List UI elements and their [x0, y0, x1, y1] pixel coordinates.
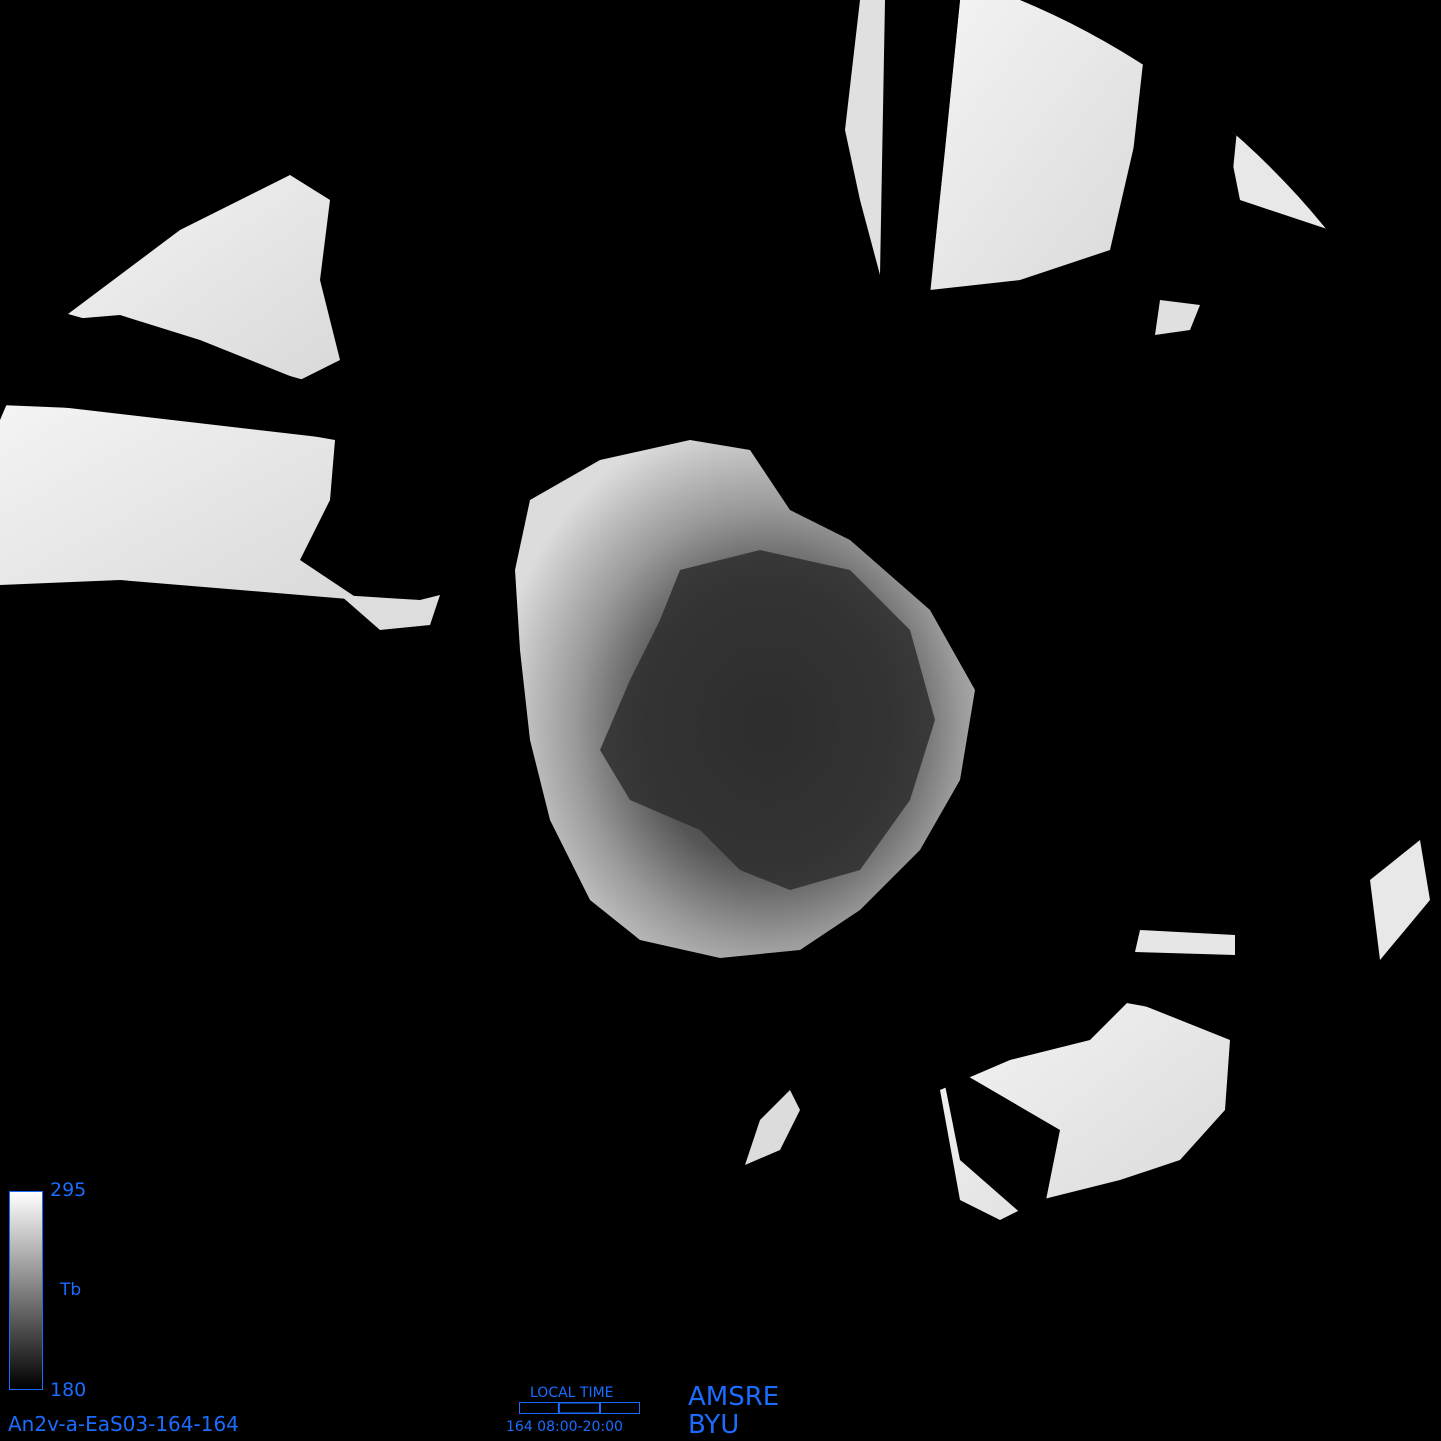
colorbar-min-label: 180 [50, 1379, 87, 1401]
local-time-title: LOCAL TIME [530, 1385, 614, 1401]
sensor-label: AMSRE [688, 1382, 780, 1412]
polar-brightness-temperature-map [0, 0, 1441, 1441]
colorbar-variable-label: Tb [60, 1280, 82, 1300]
organization-label: BYU [688, 1410, 740, 1440]
colorbar-gradient [10, 1192, 42, 1389]
local-time-range: 164 08:00-20:00 [506, 1419, 623, 1435]
local-time-bar [519, 1402, 640, 1414]
colorbar-max-label: 295 [50, 1179, 87, 1201]
colorbar [9, 1191, 43, 1390]
local-time-window [557, 1402, 601, 1414]
product-id-label: An2v-a-EaS03-164-164 [8, 1412, 239, 1436]
